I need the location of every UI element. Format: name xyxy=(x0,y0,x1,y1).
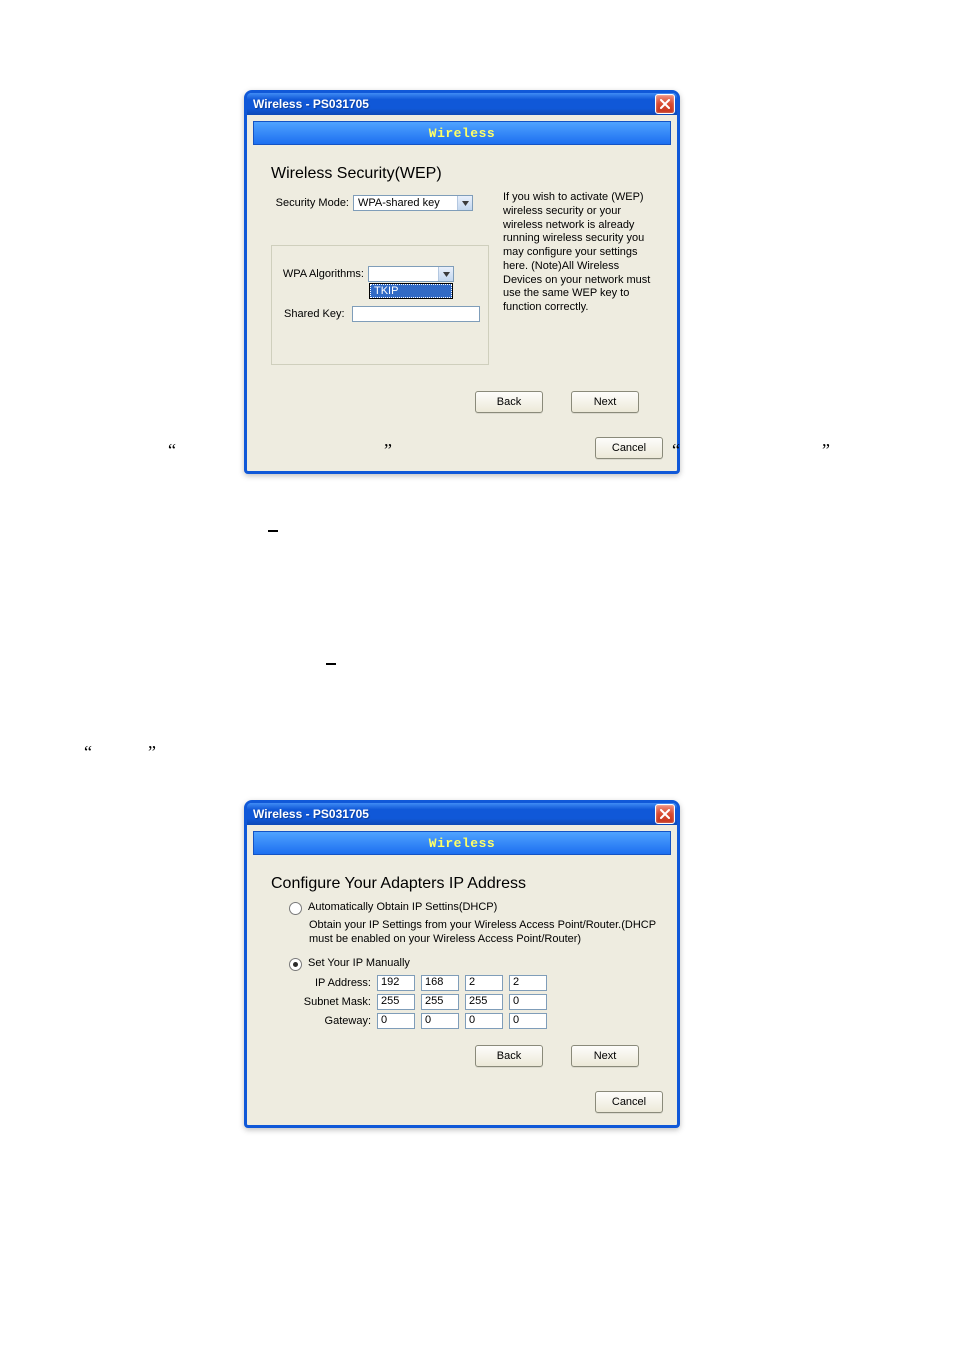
quote-close: ” xyxy=(384,440,392,461)
next-button[interactable]: Next xyxy=(571,1045,639,1067)
close-icon[interactable] xyxy=(655,94,675,114)
gateway-octet-1[interactable]: 0 xyxy=(377,1013,415,1029)
ip-octet-2[interactable]: 168 xyxy=(421,975,459,991)
wpa-option-tkip[interactable]: TKIP xyxy=(370,284,452,298)
titlebar[interactable]: Wireless - PS031705 xyxy=(247,93,677,115)
ip-octet-4[interactable]: 2 xyxy=(509,975,547,991)
wpa-panel: WPA Algorithms: TKIP Shared Key: xyxy=(271,245,489,365)
subnet-mask-label: Subnet Mask: xyxy=(289,996,377,1008)
banner: Wireless xyxy=(253,121,671,145)
radio-dhcp-label: Automatically Obtain IP Settins(DHCP) xyxy=(308,901,497,913)
window-title: Wireless - PS031705 xyxy=(253,807,655,821)
chevron-down-icon xyxy=(438,267,453,281)
banner: Wireless xyxy=(253,831,671,855)
dhcp-description: Obtain your IP Settings from your Wirele… xyxy=(309,919,669,947)
quote-open: “ xyxy=(672,440,680,461)
content-area: Configure Your Adapters IP Address Autom… xyxy=(253,861,671,1075)
wpa-algorithms-select[interactable]: TKIP xyxy=(368,266,454,282)
cancel-button[interactable]: Cancel xyxy=(595,1091,663,1113)
close-icon[interactable] xyxy=(655,804,675,824)
subnet-octet-1[interactable]: 255 xyxy=(377,994,415,1010)
chevron-down-icon xyxy=(457,196,472,210)
quote-close: ” xyxy=(148,742,156,763)
security-mode-label: Security Mode: xyxy=(271,197,353,209)
window-title: Wireless - PS031705 xyxy=(253,97,655,111)
info-text: If you wish to activate (WEP) wireless s… xyxy=(503,191,653,315)
subnet-octet-4[interactable]: 0 xyxy=(509,994,547,1010)
next-button[interactable]: Next xyxy=(571,391,639,413)
radio-manual-label: Set Your IP Manually xyxy=(308,957,410,969)
gateway-octet-3[interactable]: 0 xyxy=(465,1013,503,1029)
wpa-algorithms-dropdown[interactable]: TKIP xyxy=(369,283,453,299)
dash-line xyxy=(326,663,336,665)
back-button[interactable]: Back xyxy=(475,1045,543,1067)
content-area: Wireless Security(WEP) Security Mode: WP… xyxy=(253,151,671,421)
banner-text: Wireless xyxy=(429,126,495,141)
dash-line xyxy=(268,530,278,532)
ip-octet-3[interactable]: 2 xyxy=(465,975,503,991)
gateway-octet-4[interactable]: 0 xyxy=(509,1013,547,1029)
security-mode-select[interactable]: WPA-shared key xyxy=(353,195,473,211)
titlebar[interactable]: Wireless - PS031705 xyxy=(247,803,677,825)
quote-open: “ xyxy=(84,742,92,763)
ip-config-dialog: Wireless - PS031705 Wireless Configure Y… xyxy=(244,800,680,1128)
banner-text: Wireless xyxy=(429,836,495,851)
ip-address-label: IP Address: xyxy=(289,977,377,989)
shared-key-input[interactable] xyxy=(352,306,480,322)
radio-dhcp[interactable] xyxy=(289,902,302,915)
cancel-button[interactable]: Cancel xyxy=(595,437,663,459)
quote-open: “ xyxy=(168,440,176,461)
shared-key-label: Shared Key: xyxy=(280,308,352,320)
quote-close: ” xyxy=(822,440,830,461)
radio-manual[interactable] xyxy=(289,958,302,971)
subnet-octet-3[interactable]: 255 xyxy=(465,994,503,1010)
wireless-security-dialog: Wireless - PS031705 Wireless Wireless Se… xyxy=(244,90,680,474)
subnet-octet-2[interactable]: 255 xyxy=(421,994,459,1010)
page-heading: Wireless Security(WEP) xyxy=(271,165,653,183)
ip-octet-1[interactable]: 192 xyxy=(377,975,415,991)
gateway-octet-2[interactable]: 0 xyxy=(421,1013,459,1029)
gateway-label: Gateway: xyxy=(289,1015,377,1027)
security-mode-value: WPA-shared key xyxy=(354,197,457,209)
page-heading: Configure Your Adapters IP Address xyxy=(271,875,653,893)
wpa-algorithms-label: WPA Algorithms: xyxy=(280,268,368,280)
back-button[interactable]: Back xyxy=(475,391,543,413)
